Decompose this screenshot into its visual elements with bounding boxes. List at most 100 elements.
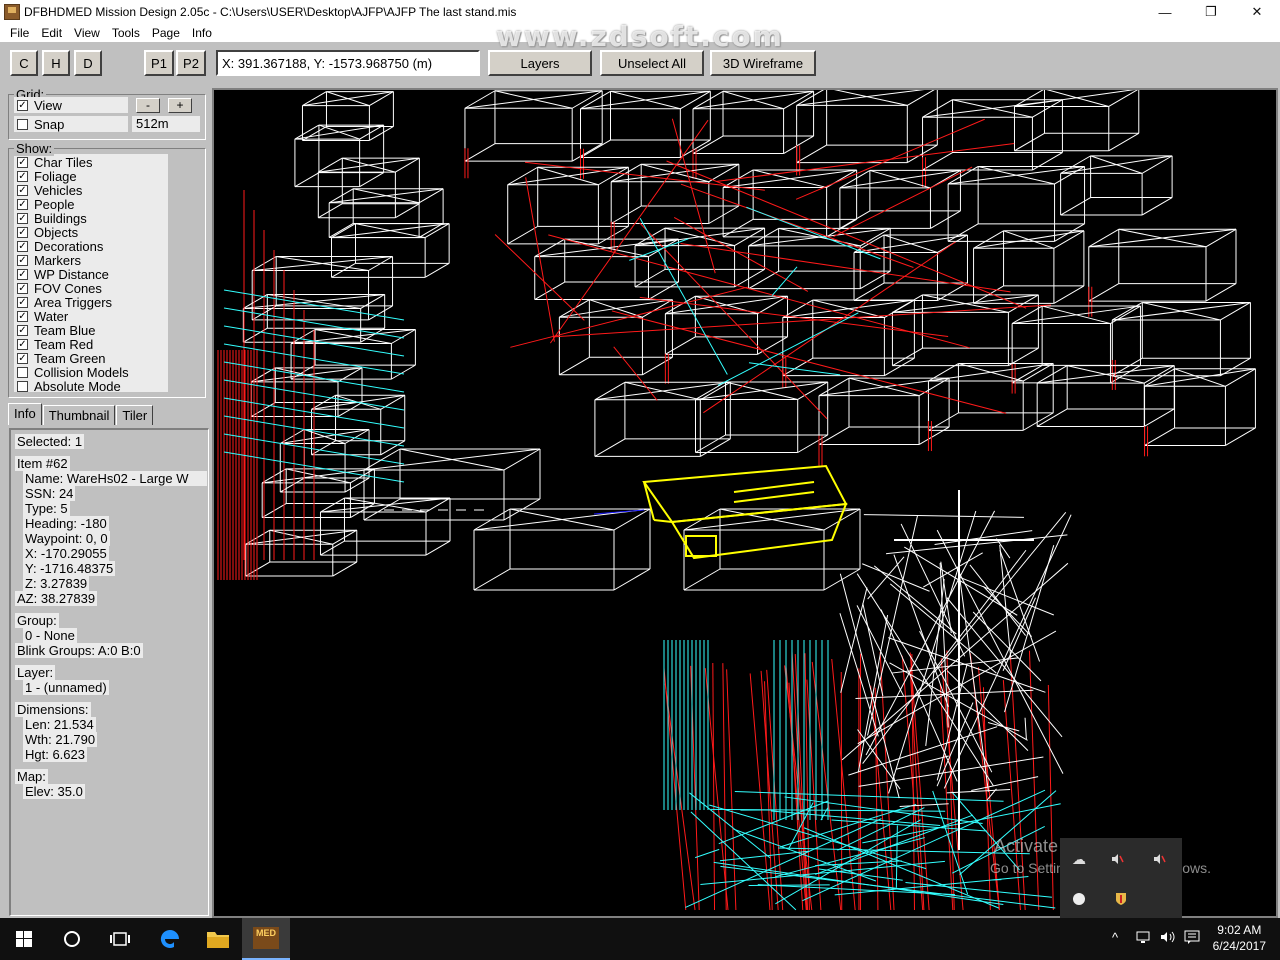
page-p2-button[interactable]: P2 (176, 50, 206, 76)
show-item-label: Foliage (34, 168, 77, 184)
checkbox-icon: ✓ (17, 99, 28, 111)
dimensions-label: Dimensions: (15, 702, 91, 717)
checkbox-icon: ✓ (17, 184, 28, 196)
show-item-label: Absolute Mode (34, 378, 121, 394)
network-icon[interactable] (1136, 930, 1152, 947)
menu-info[interactable]: Info (186, 26, 218, 40)
clock-time: 9:02 AM (1217, 923, 1262, 937)
cloud-icon[interactable]: ☁ (1070, 850, 1088, 868)
info-pane: Selected: 1 Item #62 Name: WareHs02 - La… (9, 428, 209, 916)
show-checkbox-team-red[interactable]: ✓ Team Red (17, 337, 93, 352)
show-item-label: Buildings (34, 210, 87, 226)
show-checkbox-water[interactable]: ✓ Water (17, 309, 68, 324)
show-item-label: Team Blue (34, 322, 96, 338)
show-checkbox-team-green[interactable]: ✓ Team Green (17, 350, 106, 366)
maximize-button[interactable]: ❐ (1188, 0, 1234, 24)
shield-icon[interactable] (1112, 890, 1130, 908)
show-checkbox-decorations[interactable]: ✓ Decorations (17, 239, 103, 254)
selected-count: Selected: 1 (15, 434, 85, 449)
menu-view[interactable]: View (68, 26, 106, 40)
show-checkbox-collision-models[interactable]: Collision Models (17, 365, 129, 380)
system-clock[interactable]: 9:02 AM 6/24/2017 (1213, 922, 1266, 954)
show-item-label: WP Distance (34, 266, 109, 282)
wireframe-3d-button[interactable]: 3D Wireframe (710, 50, 816, 76)
layer-label: Layer: (15, 665, 56, 680)
show-item-label: Area Triggers (34, 294, 113, 310)
layers-button[interactable]: Layers (488, 50, 592, 76)
tab-info[interactable]: Info (8, 403, 42, 425)
close-button[interactable]: ✕ (1234, 0, 1280, 24)
show-checkbox-absolute-mode[interactable]: Absolute Mode (17, 378, 121, 394)
group-value: 0 - None (23, 628, 77, 643)
dimension-width: Wth: 21.790 (23, 732, 98, 747)
show-item-label: Objects (34, 224, 79, 240)
show-checkbox-people[interactable]: ✓ People (17, 196, 75, 212)
show-checkbox-char-tiles[interactable]: ✓ Char Tiles (17, 155, 93, 170)
checkbox-icon (17, 118, 28, 130)
show-item-label: Team Green (34, 350, 106, 366)
show-checkbox-area-triggers[interactable]: ✓ Area Triggers (17, 294, 113, 310)
show-item-label: Vehicles (34, 182, 83, 198)
3d-viewport[interactable]: Activate Windows Go to Settings to activ… (212, 88, 1278, 918)
checkbox-icon (17, 366, 28, 378)
show-checkbox-vehicles[interactable]: ✓ Vehicles (17, 182, 83, 198)
toolbar: C H D P1 P2 X: 391.367188, Y: -1573.9687… (0, 42, 1280, 88)
file-explorer-icon[interactable] (194, 918, 242, 960)
left-panel: Grid: ✓ View - + Snap 512m Show: ✓ Char T… (0, 87, 212, 918)
tray-overflow-popup: ☁ (1060, 838, 1182, 918)
grid-view-label: View (34, 97, 62, 113)
show-checkbox-foliage[interactable]: ✓ Foliage (17, 168, 77, 184)
show-checkbox-fov-cones[interactable]: ✓ FOV Cones (17, 280, 102, 296)
med-app-icon: MED (253, 927, 279, 949)
task-view-icon[interactable] (96, 918, 144, 960)
menu-tools[interactable]: Tools (106, 26, 146, 40)
grid-plus-button[interactable]: + (168, 98, 192, 113)
view-c-button[interactable]: C (10, 50, 38, 76)
notification-icon[interactable] (1184, 930, 1200, 947)
search-icon[interactable] (48, 918, 96, 960)
speaker-icon[interactable] (1150, 850, 1168, 868)
blink-groups: Blink Groups: A:0 B:0 (15, 643, 143, 658)
menu-edit[interactable]: Edit (35, 26, 68, 40)
group-label: Group: (15, 613, 59, 628)
checkbox-icon: ✓ (17, 198, 28, 210)
tab-thumbnail[interactable]: Thumbnail (42, 405, 116, 425)
page-p1-button[interactable]: P1 (144, 50, 174, 76)
edge-browser-icon[interactable] (146, 918, 194, 960)
window-title: DFBHDMED Mission Design 2.05c - C:\Users… (24, 5, 517, 19)
view-d-button[interactable]: D (74, 50, 102, 76)
grid-minus-button[interactable]: - (136, 98, 160, 113)
layer-value: 1 - (unnamed) (23, 680, 109, 695)
map-label: Map: (15, 769, 48, 784)
view-h-button[interactable]: H (42, 50, 70, 76)
show-item-label: Markers (34, 252, 81, 268)
show-checkbox-buildings[interactable]: ✓ Buildings (17, 210, 87, 226)
grid-snap-size[interactable]: 512m (132, 116, 200, 132)
tab-tiler[interactable]: Tiler (116, 405, 154, 425)
med-app-taskbar-button[interactable]: MED (242, 918, 290, 960)
windows-start-icon[interactable] (0, 918, 48, 960)
show-checkbox-markers[interactable]: ✓ Markers (17, 252, 81, 268)
grid-snap-checkbox[interactable]: Snap (17, 116, 65, 132)
show-checkbox-wp-distance[interactable]: ✓ WP Distance (17, 266, 109, 282)
tray-overflow-caret[interactable]: ^ (1112, 930, 1118, 945)
record-icon[interactable] (1070, 890, 1088, 908)
volume-icon[interactable] (1160, 930, 1176, 947)
show-item-label: FOV Cones (34, 280, 102, 296)
show-item-label: People (34, 196, 75, 212)
grid-view-checkbox[interactable]: ✓ View (17, 97, 62, 113)
grid-snap-label: Snap (34, 116, 65, 132)
checkbox-icon: ✓ (17, 212, 28, 224)
menu-file[interactable]: File (4, 26, 35, 40)
taskbar: MED ^ 9:02 AM 6/24/2017 (0, 918, 1280, 960)
minimize-button[interactable]: — (1142, 0, 1188, 24)
checkbox-icon: ✓ (17, 268, 28, 280)
show-checkbox-team-blue[interactable]: ✓ Team Blue (17, 322, 96, 338)
volume-muted-icon[interactable] (1108, 850, 1126, 868)
checkbox-icon (17, 380, 28, 392)
menu-page[interactable]: Page (146, 26, 186, 40)
map-elevation: Elev: 35.0 (23, 784, 85, 799)
show-checkbox-objects[interactable]: ✓ Objects (17, 224, 79, 240)
unselect-all-button[interactable]: Unselect All (600, 50, 704, 76)
checkbox-icon: ✓ (17, 310, 28, 322)
